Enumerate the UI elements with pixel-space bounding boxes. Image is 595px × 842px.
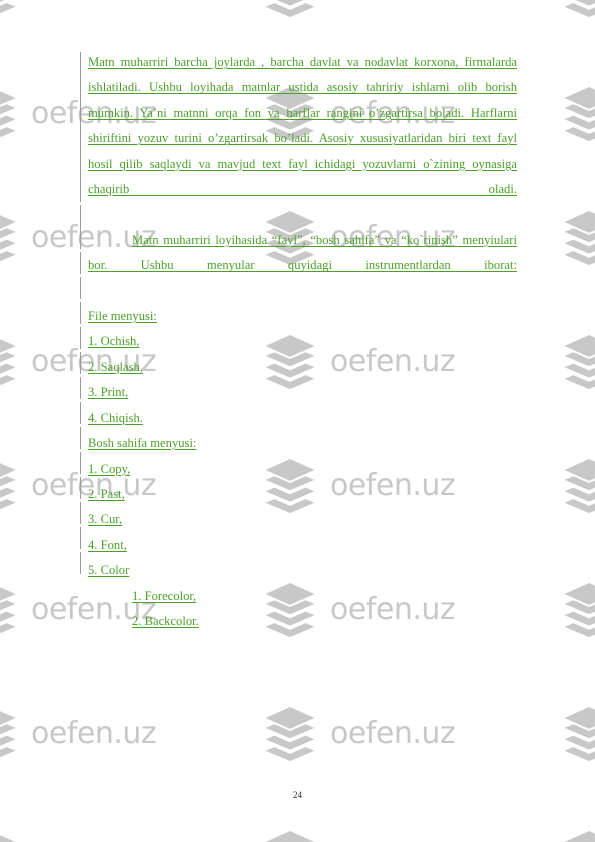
change-bar bbox=[80, 252, 81, 274]
change-bar bbox=[80, 52, 81, 202]
home-menu-subitem: 2. Backcolor. bbox=[132, 613, 199, 628]
change-bar bbox=[80, 402, 81, 424]
change-bar bbox=[80, 302, 81, 324]
change-bar bbox=[80, 352, 81, 374]
document-page: oefen.uz oefen.uz oefen.uz oefen.uz oefe… bbox=[0, 0, 595, 842]
file-menu-heading: File menyusi: bbox=[88, 309, 157, 324]
change-bar bbox=[80, 277, 81, 299]
file-menu-item: 2. Saqlash, bbox=[88, 359, 143, 374]
file-menu-item: 3. Print, bbox=[88, 385, 129, 400]
paragraph-menus-intro: Matn muharriri loyihasida “fayl”, “bosh … bbox=[88, 232, 517, 273]
document-content: Matn muharriri barcha joylarda , barcha … bbox=[0, 0, 595, 842]
change-bar bbox=[80, 502, 81, 524]
change-bar bbox=[80, 427, 81, 449]
paragraph-intro: Matn muharriri barcha joylarda , barcha … bbox=[88, 55, 517, 197]
home-menu-subitem: 1. Forecolor, bbox=[132, 588, 197, 603]
change-bar bbox=[80, 205, 81, 249]
home-menu-heading: Bosh sahifa menyusi: bbox=[88, 436, 197, 451]
home-menu-item: 1. Copy, bbox=[88, 461, 131, 476]
change-bar bbox=[80, 527, 81, 549]
home-menu-item: 3. Cur, bbox=[88, 512, 123, 527]
home-menu-item: 5. Color bbox=[88, 563, 130, 578]
change-bar bbox=[80, 552, 81, 574]
change-bar bbox=[80, 477, 81, 499]
change-bar bbox=[80, 452, 81, 474]
document-body: Matn muharriri barcha joylarda , barcha … bbox=[88, 50, 517, 634]
page-number: 24 bbox=[293, 790, 302, 800]
file-menu-item: 4. Chiqish. bbox=[88, 410, 143, 425]
change-bar bbox=[80, 377, 81, 399]
home-menu-item: 4. Font, bbox=[88, 537, 127, 552]
change-bar bbox=[80, 327, 81, 349]
file-menu-item: 1. Ochish, bbox=[88, 334, 140, 349]
home-menu-item: 2. Past, bbox=[88, 486, 125, 501]
